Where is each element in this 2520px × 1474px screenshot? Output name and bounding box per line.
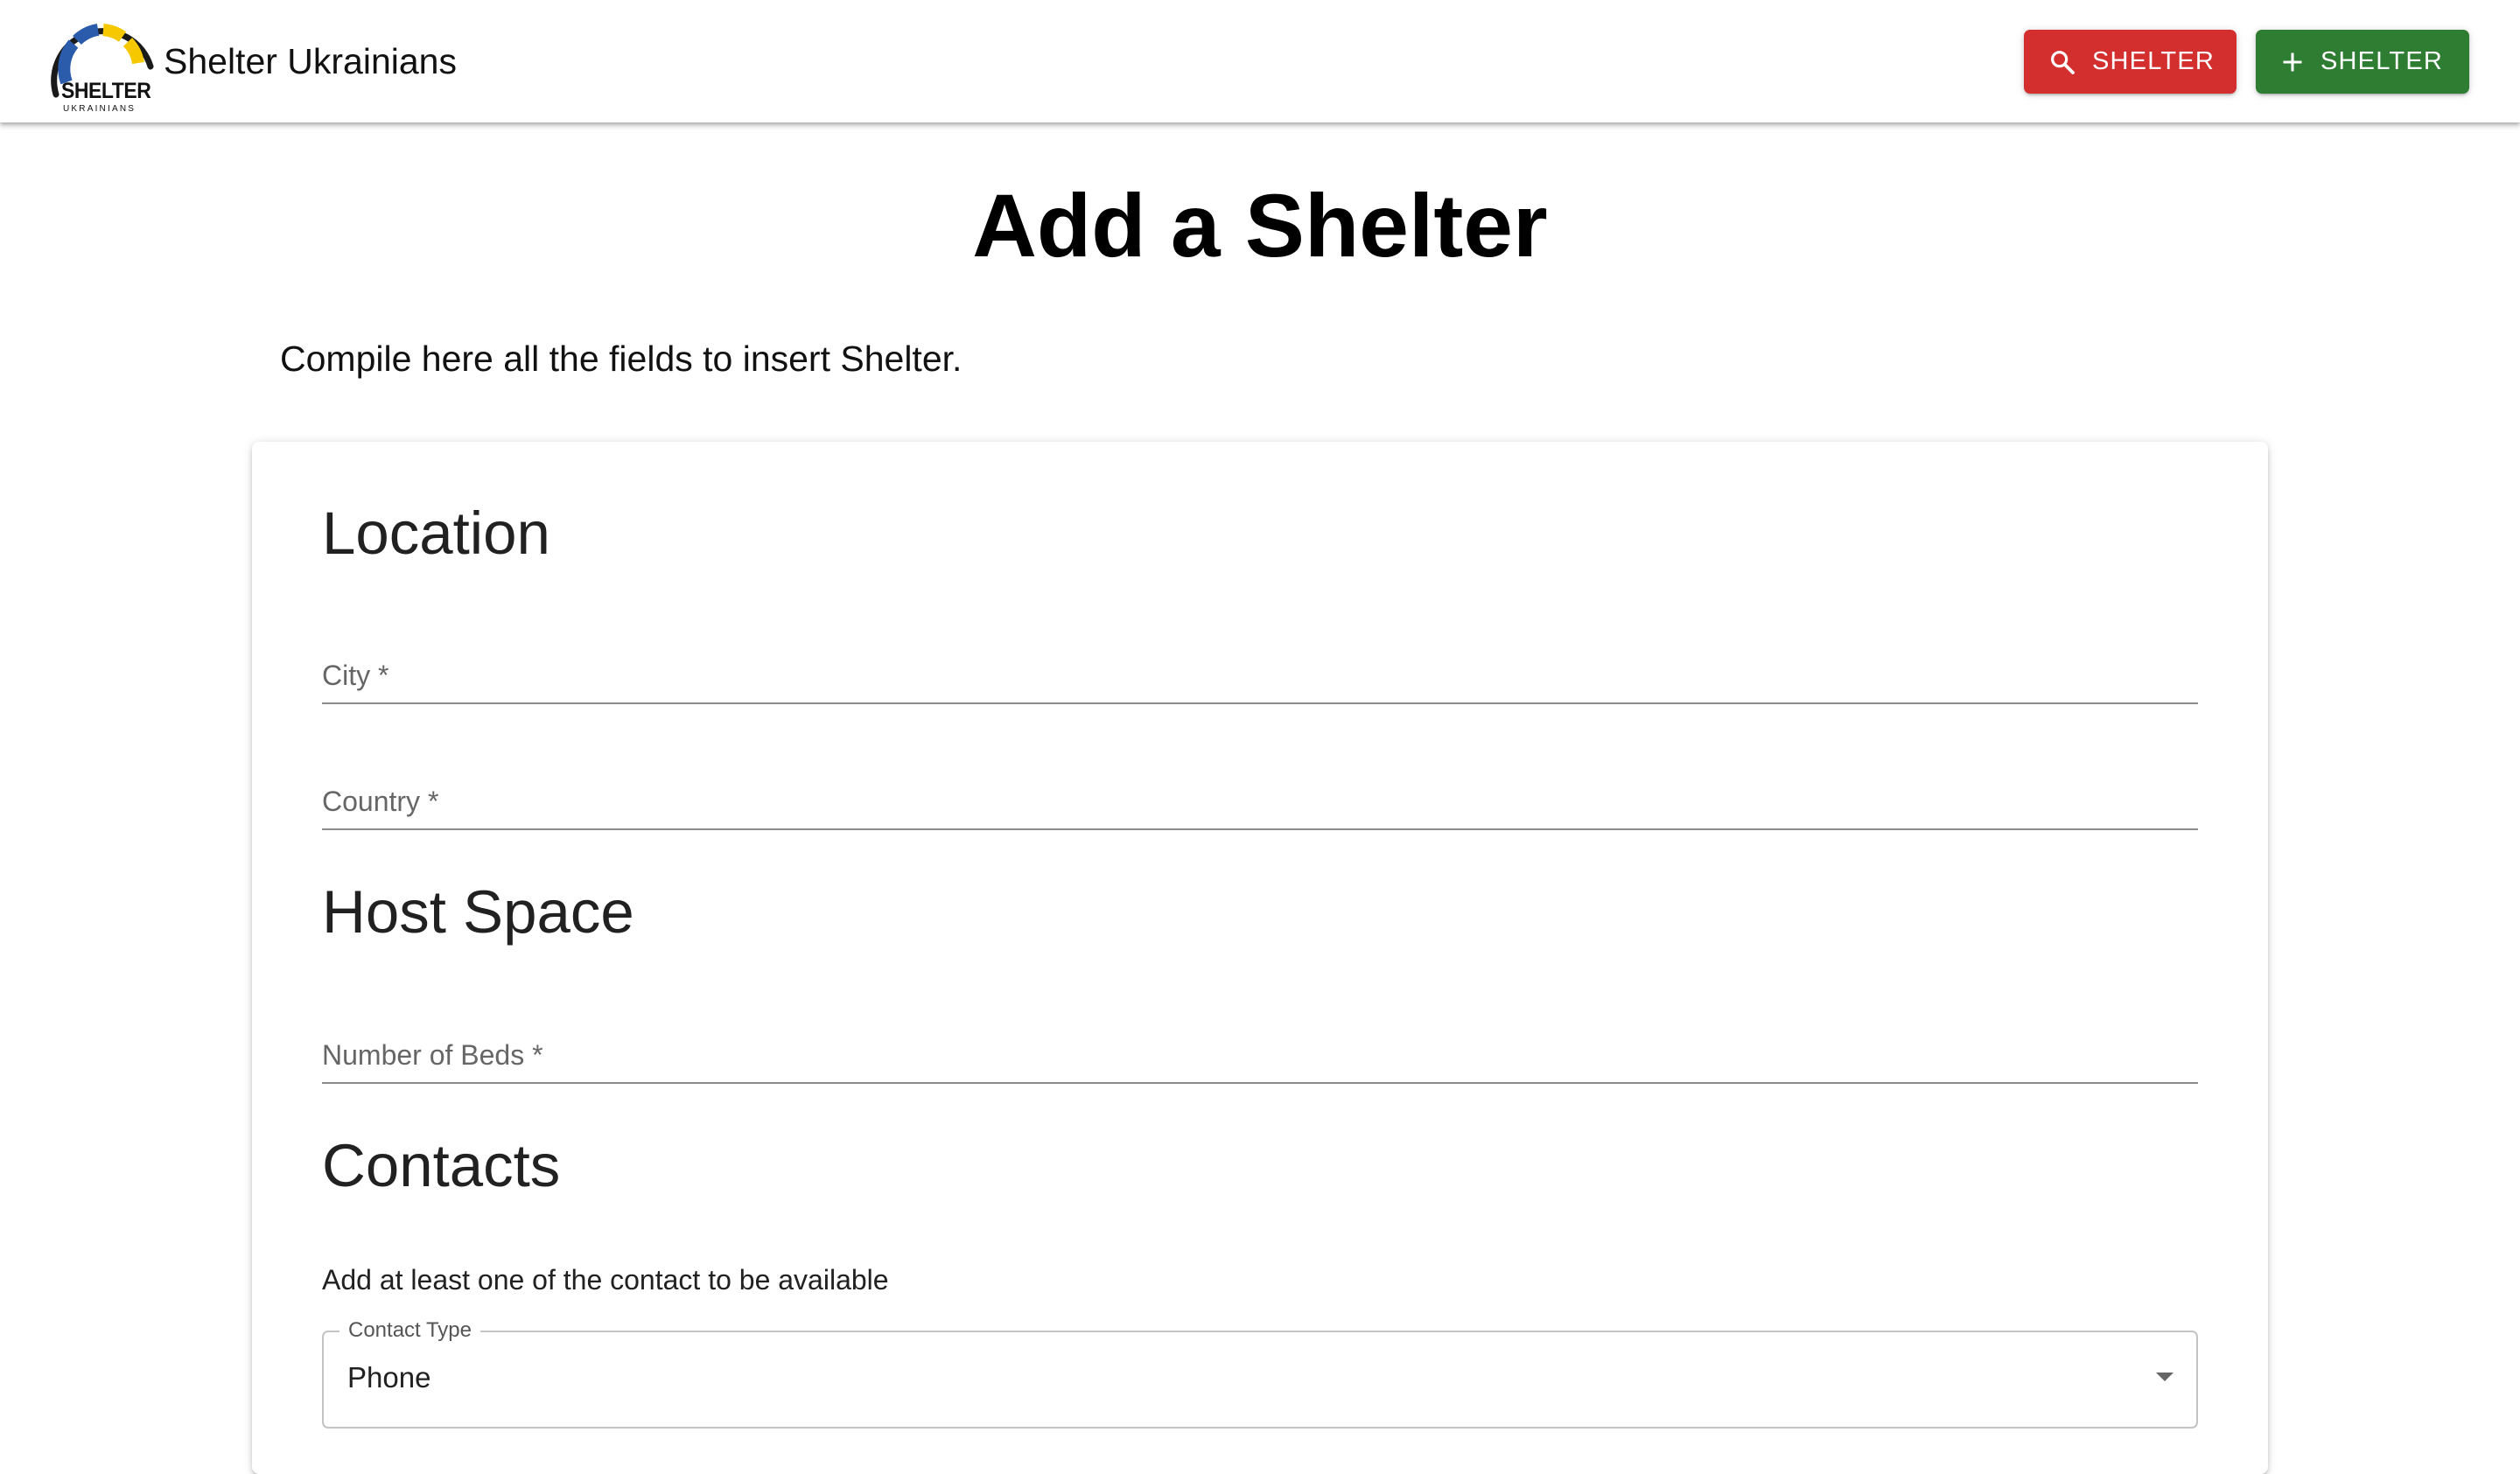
contacts-section-title: Contacts	[322, 1132, 561, 1199]
country-field[interactable]: Country *	[322, 765, 2198, 830]
app-title: Shelter Ukrainians	[164, 41, 457, 81]
contact-type-label: Contact Type	[340, 1319, 480, 1342]
chevron-down-icon[interactable]	[2156, 1373, 2174, 1381]
city-label: City *	[322, 660, 389, 691]
app-bar: SHELTER UKRAINIANS Shelter Ukrainians SH…	[0, 0, 2520, 122]
host-space-section-title: Host Space	[322, 878, 634, 946]
add-shelter-label: SHELTER	[2320, 47, 2444, 75]
location-section-title: Location	[322, 499, 550, 567]
number-of-beds-label: Number of Beds *	[322, 1039, 543, 1071]
shelter-ukrainians-logo[interactable]: SHELTER UKRAINIANS	[47, 7, 159, 115]
number-of-beds-underline	[322, 1082, 2198, 1084]
country-label: Country *	[322, 786, 439, 817]
contact-type-select[interactable]: Contact Type Phone	[322, 1319, 2198, 1429]
page-subtitle: Compile here all the fields to insert Sh…	[280, 339, 962, 379]
logo-subtitle: UKRAINIANS	[63, 104, 136, 114]
search-icon	[2048, 47, 2076, 77]
shelter-form-card: Location City * Country * Host Space Num…	[252, 442, 2268, 1474]
city-field[interactable]: City *	[322, 639, 2198, 704]
contact-type-value: Phone	[347, 1361, 431, 1394]
city-underline	[322, 702, 2198, 704]
contacts-helper-text: Add at least one of the contact to be av…	[322, 1264, 889, 1296]
logo-wordmark: SHELTER	[61, 79, 151, 103]
number-of-beds-field[interactable]: Number of Beds *	[322, 1019, 2198, 1084]
add-shelter-button[interactable]: SHELTER	[2256, 30, 2469, 94]
page-title: Add a Shelter	[972, 176, 1548, 276]
search-shelter-label: SHELTER	[2092, 47, 2216, 75]
search-shelter-button[interactable]: SHELTER	[2024, 30, 2236, 94]
plus-icon	[2280, 47, 2305, 77]
country-underline	[322, 828, 2198, 830]
